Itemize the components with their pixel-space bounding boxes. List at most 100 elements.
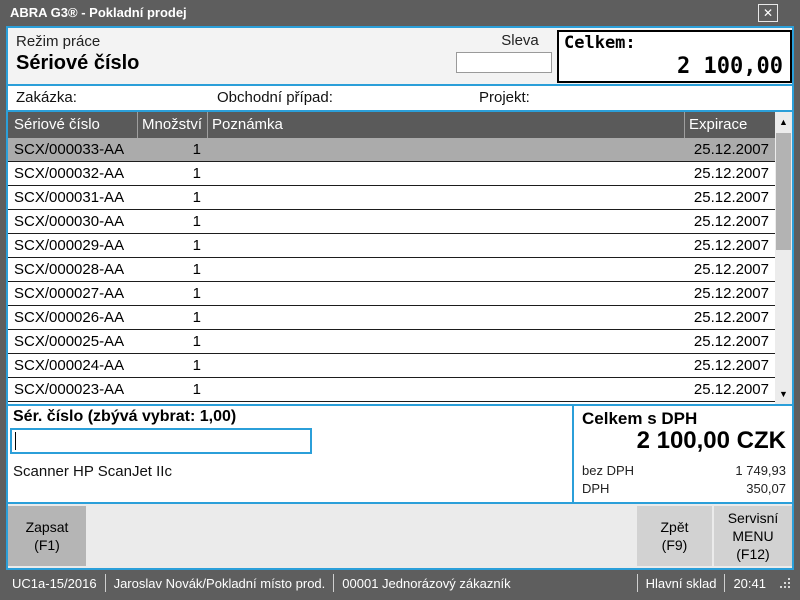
table-row[interactable]: SCX/000026-AA 1 25.12.2007	[8, 306, 775, 330]
net-value: 1 749,93	[735, 463, 786, 478]
cell-serial: SCX/000030-AA	[8, 210, 137, 233]
cell-quantity: 1	[137, 210, 207, 233]
grand-total-value: 2 100,00 CZK	[637, 427, 786, 455]
scroll-down-button[interactable]: ▼	[775, 384, 792, 404]
discount-label: Sleva	[456, 32, 558, 49]
cell-serial: SCX/000023-AA	[8, 378, 137, 401]
context-row: Zakázka: Obchodní případ: Projekt:	[8, 86, 792, 110]
cell-serial: SCX/000029-AA	[8, 234, 137, 257]
cell-note	[207, 282, 684, 305]
scroll-up-icon: ▲	[779, 117, 788, 127]
cell-serial: SCX/000026-AA	[8, 306, 137, 329]
column-header-note[interactable]: Poznámka	[207, 112, 684, 138]
scroll-down-icon: ▼	[779, 389, 788, 399]
discount-field-group: Sleva	[456, 32, 558, 73]
discount-input[interactable]	[456, 52, 552, 73]
cell-expiry: 25.12.2007	[684, 330, 775, 353]
serial-entry-input[interactable]	[10, 428, 312, 454]
servis-button-label1: Servisní	[728, 509, 779, 527]
table-row[interactable]: SCX/000028-AA 1 25.12.2007	[8, 258, 775, 282]
column-header-quantity[interactable]: Množství	[137, 112, 207, 138]
content-frame: Režim práce Sériové číslo Sleva Celkem: …	[6, 26, 794, 570]
cell-quantity: 1	[137, 138, 207, 161]
table-row[interactable]: SCX/000023-AA 1 25.12.2007	[8, 378, 775, 402]
cell-note	[207, 354, 684, 377]
close-button[interactable]: ✕	[758, 4, 778, 22]
table-row[interactable]: SCX/000032-AA 1 25.12.2007	[8, 162, 775, 186]
cell-expiry: 25.12.2007	[684, 234, 775, 257]
cell-note	[207, 162, 684, 185]
product-name: Scanner HP ScanJet IIc	[13, 463, 172, 480]
servis-button-label2: MENU	[732, 527, 773, 545]
cell-expiry: 25.12.2007	[684, 258, 775, 281]
window-content: Režim práce Sériové číslo Sleva Celkem: …	[6, 26, 794, 600]
status-separator	[724, 574, 725, 592]
vertical-scrollbar[interactable]: ▲ ▼	[775, 112, 792, 404]
cell-serial: SCX/000033-AA	[8, 138, 137, 161]
cell-expiry: 25.12.2007	[684, 282, 775, 305]
cell-note	[207, 210, 684, 233]
cell-expiry: 25.12.2007	[684, 378, 775, 401]
close-icon: ✕	[763, 6, 773, 20]
cell-quantity: 1	[137, 306, 207, 329]
scroll-up-button[interactable]: ▲	[775, 112, 792, 132]
status-separator	[333, 574, 334, 592]
zpet-button[interactable]: Zpět (F9)	[637, 506, 712, 566]
column-header-serial[interactable]: Sériové číslo	[8, 112, 137, 138]
work-mode-value: Sériové číslo	[16, 52, 139, 75]
table-body: SCX/000033-AA 1 25.12.2007 SCX/000032-AA…	[8, 138, 775, 402]
cell-quantity: 1	[137, 282, 207, 305]
resize-grip-icon[interactable]	[776, 578, 790, 592]
cell-serial: SCX/000027-AA	[8, 282, 137, 305]
cell-serial: SCX/000032-AA	[8, 162, 137, 185]
button-bar: Zapsat (F1) Zpět (F9) Servisní MENU (F12…	[8, 504, 792, 568]
zpet-button-label: Zpět	[660, 518, 688, 536]
zapsat-button[interactable]: Zapsat (F1)	[8, 506, 86, 566]
text-caret	[15, 432, 16, 450]
totals-panel: Celkem s DPH 2 100,00 CZK bez DPH 1 749,…	[574, 406, 792, 502]
table-row[interactable]: SCX/000027-AA 1 25.12.2007	[8, 282, 775, 306]
cell-note	[207, 234, 684, 257]
table-row[interactable]: SCX/000031-AA 1 25.12.2007	[8, 186, 775, 210]
cell-quantity: 1	[137, 162, 207, 185]
servisni-menu-button[interactable]: Servisní MENU (F12)	[714, 506, 792, 566]
net-label: bez DPH	[582, 463, 634, 478]
cell-note	[207, 138, 684, 161]
column-header-expiry[interactable]: Expirace	[684, 112, 775, 138]
table-row[interactable]: SCX/000024-AA 1 25.12.2007	[8, 354, 775, 378]
servis-button-key: (F12)	[736, 545, 769, 563]
cell-quantity: 1	[137, 354, 207, 377]
window-title: ABRA G3® - Pokladní prodej	[10, 5, 187, 20]
status-document: UC1a-15/2016	[10, 576, 99, 591]
vat-value: 350,07	[746, 481, 786, 496]
cell-serial: SCX/000031-AA	[8, 186, 137, 209]
cell-expiry: 25.12.2007	[684, 138, 775, 161]
app-window: ABRA G3® - Pokladní prodej ✕ Režim práce…	[0, 0, 800, 600]
cell-quantity: 1	[137, 186, 207, 209]
cell-note	[207, 258, 684, 281]
cell-quantity: 1	[137, 258, 207, 281]
table-row[interactable]: SCX/000033-AA 1 25.12.2007	[8, 138, 775, 162]
status-operator: Jaroslav Novák/Pokladní místo prod.	[112, 576, 328, 591]
cell-quantity: 1	[137, 234, 207, 257]
table-row[interactable]: SCX/000029-AA 1 25.12.2007	[8, 234, 775, 258]
statusbar: UC1a-15/2016 Jaroslav Novák/Pokladní mís…	[6, 570, 794, 596]
cell-expiry: 25.12.2007	[684, 210, 775, 233]
cell-note	[207, 378, 684, 401]
table-header-row: Sériové číslo Množství Poznámka Expirace	[8, 112, 775, 138]
cell-expiry: 25.12.2007	[684, 186, 775, 209]
zapsat-button-key: (F1)	[34, 536, 60, 554]
header-section: Režim práce Sériové číslo Sleva Celkem: …	[8, 28, 792, 84]
vat-label: DPH	[582, 481, 609, 496]
cell-note	[207, 306, 684, 329]
zapsat-button-label: Zapsat	[26, 518, 69, 536]
cell-expiry: 25.12.2007	[684, 354, 775, 377]
order-label: Zakázka:	[16, 89, 77, 106]
cell-expiry: 25.12.2007	[684, 162, 775, 185]
status-time: 20:41	[731, 576, 768, 591]
table-row[interactable]: SCX/000025-AA 1 25.12.2007	[8, 330, 775, 354]
cell-serial: SCX/000025-AA	[8, 330, 137, 353]
table-row[interactable]: SCX/000030-AA 1 25.12.2007	[8, 210, 775, 234]
cell-note	[207, 186, 684, 209]
scrollbar-thumb[interactable]	[776, 133, 791, 250]
